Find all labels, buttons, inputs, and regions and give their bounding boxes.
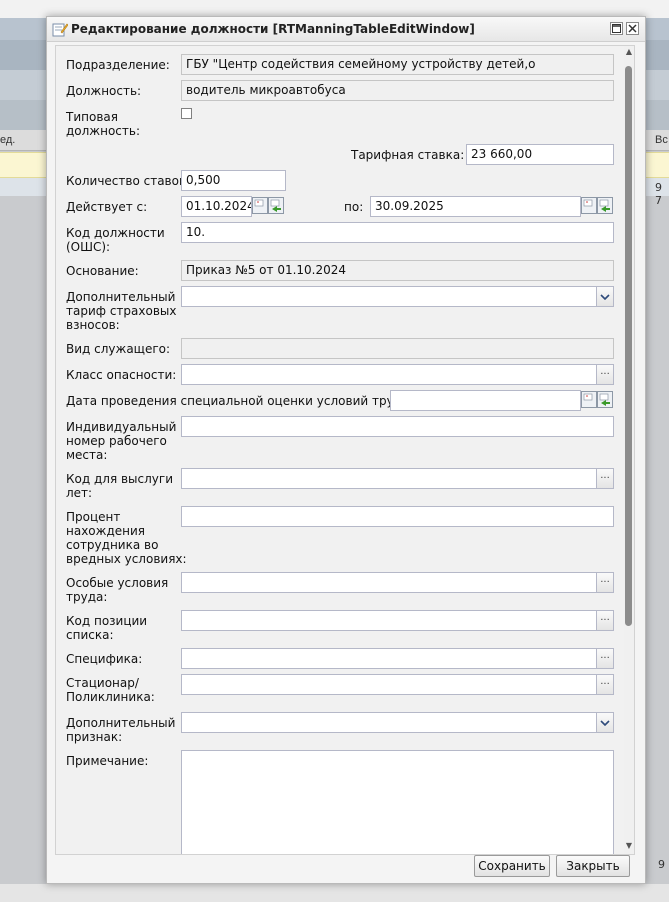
ellipsis-icon[interactable]: ··· [596,573,613,592]
workplace-number-label-2: номер рабочего [66,434,167,448]
calendar-icon[interactable] [252,197,268,214]
extra-tariff-label-1: Дополнительный [66,290,176,304]
maximize-icon[interactable] [610,22,623,35]
extra-tariff-label-2: тариф страховых [66,304,177,318]
extra-attribute-label-2: признак: [66,730,123,744]
special-assessment-date-field[interactable] [390,390,581,411]
workplace-number-label-1: Индивидуальный [66,420,177,434]
background-row-value: 9 7 [655,181,662,207]
window-title: Редактирование должности [RTManningTable… [71,22,475,36]
specifics-label: Специфика: [66,652,143,666]
employee-type-label: Вид служащего: [66,342,171,356]
list-position-code-label-1: Код позиции [66,614,148,628]
ellipsis-icon[interactable]: ··· [596,365,613,384]
close-button[interactable]: Закрыть [556,855,630,877]
basis-label: Основание: [66,264,139,278]
harmful-percent-label-3: сотрудника во [66,538,159,552]
note-textarea[interactable] [181,750,614,854]
ellipsis-icon[interactable]: ··· [596,649,613,668]
valid-to-label: по: [344,200,364,214]
background-bottom-bar [0,884,669,902]
valid-from-field[interactable]: 01.10.2024 [181,196,252,217]
position-form: Подразделение: ГБУ "Центр содействия сем… [56,46,624,854]
hospital-clinic-picker[interactable]: ··· [181,674,614,695]
basis-field[interactable]: Приказ №5 от 01.10.2024 [181,260,614,281]
note-label: Примечание: [66,754,149,768]
position-code-label-1: Код должности [66,226,165,240]
harmful-percent-label-1: Процент [66,510,121,524]
position-code-label-2: (ОШС): [66,240,111,254]
position-code-field[interactable]: 10. [181,222,614,243]
scrollbar-thumb[interactable] [625,66,632,626]
ellipsis-icon[interactable]: ··· [596,675,613,694]
window-body: Подразделение: ГБУ "Центр содействия сем… [55,45,635,855]
special-conditions-picker[interactable]: ··· [181,572,614,593]
tariff-rate-label: Тарифная ставка: [351,148,465,162]
hospital-clinic-label-1: Стационар/ [66,676,139,690]
background-header-right: Вс [655,134,668,146]
special-conditions-label-1: Особые условия [66,576,169,590]
extra-tariff-combo[interactable] [181,286,614,307]
hazard-class-label: Класс опасности: [66,368,177,382]
special-conditions-label-2: труда: [66,590,108,604]
scroll-up-icon[interactable]: ▲ [625,48,633,56]
window-titlebar[interactable]: Редактирование должности [RTManningTable… [47,17,645,42]
chevron-down-icon[interactable] [596,713,613,732]
clear-date-icon[interactable] [597,391,613,408]
rate-count-label: Количество ставок: [66,174,191,188]
extra-attribute-label-1: Дополнительный [66,716,176,730]
ellipsis-icon[interactable]: ··· [596,469,613,488]
valid-from-label: Действует с: [66,200,148,214]
rate-count-field[interactable]: 0,500 [181,170,286,191]
background-header-left: ед. [0,134,16,146]
background-status-value: 9 [658,858,665,871]
harmful-percent-label-2: нахождения [66,524,145,538]
workplace-number-label-3: места: [66,448,108,462]
tariff-rate-field[interactable]: 23 660,00 [466,144,614,165]
calendar-icon[interactable] [581,391,597,408]
clear-date-icon[interactable] [597,197,613,214]
calendar-icon[interactable] [581,197,597,214]
harmful-percent-field[interactable] [181,506,614,527]
seniority-code-label-1: Код для выслуги [66,472,173,486]
typical-position-label-2: должность: [66,124,141,138]
seniority-code-picker[interactable]: ··· [181,468,614,489]
scroll-down-icon[interactable]: ▼ [625,842,633,850]
specifics-picker[interactable]: ··· [181,648,614,669]
list-position-code-picker[interactable]: ··· [181,610,614,631]
close-icon[interactable] [626,22,639,35]
position-field[interactable]: водитель микроавтобуса [181,80,614,101]
ellipsis-icon[interactable]: ··· [596,611,613,630]
seniority-code-label-2: лет: [66,486,93,500]
department-field[interactable]: ГБУ "Центр содействия семейному устройст… [181,54,614,75]
position-label: Должность: [66,84,142,98]
department-label: Подразделение: [66,58,170,72]
harmful-percent-label-4: вредных условиях: [66,552,187,566]
typical-position-checkbox[interactable] [181,108,192,119]
employee-type-field[interactable] [181,338,614,359]
edit-position-window: Редактирование должности [RTManningTable… [46,16,646,884]
extra-attribute-combo[interactable] [181,712,614,733]
list-position-code-label-2: списка: [66,628,114,642]
edit-document-icon [52,21,69,37]
hazard-class-picker[interactable]: ··· [181,364,614,385]
extra-tariff-label-3: взносов: [66,318,120,332]
save-button[interactable]: Сохранить [474,855,550,877]
hospital-clinic-label-2: Поликлиника: [66,690,155,704]
workplace-number-field[interactable] [181,416,614,437]
clear-date-icon[interactable] [268,197,284,214]
typical-position-label-1: Типовая [66,110,118,124]
special-assessment-date-label: Дата проведения специальной оценки услов… [66,394,414,408]
form-scrollbar[interactable]: ▲ ▼ [624,46,634,854]
valid-to-field[interactable]: 30.09.2025 [370,196,581,217]
chevron-down-icon[interactable] [596,287,613,306]
